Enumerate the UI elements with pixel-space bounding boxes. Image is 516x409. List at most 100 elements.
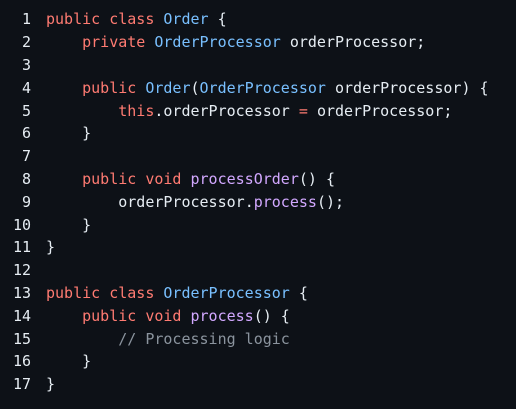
keyword-token: public (46, 283, 101, 302)
punctuation-token (181, 170, 190, 188)
punctuation-token: { (289, 283, 308, 302)
code-line[interactable]: 7 (0, 145, 516, 168)
punctuation-token (100, 10, 109, 28)
code-text[interactable]: } (46, 352, 516, 370)
code-line[interactable]: 9 orderProcessor.process(); (0, 190, 516, 213)
code-line[interactable]: 16 } (0, 350, 516, 373)
code-text[interactable]: orderProcessor.process(); (46, 193, 516, 211)
code-text[interactable]: public class Order { (46, 10, 516, 28)
code-text[interactable]: private OrderProcessor orderProcessor; (46, 33, 516, 51)
line-number: 11 (12, 238, 31, 257)
punctuation-token (181, 307, 190, 325)
line-number: 4 (21, 78, 31, 97)
line-number: 13 (12, 283, 31, 302)
punctuation-token: ( (190, 78, 200, 97)
code-line[interactable]: 3 (0, 54, 516, 77)
identifier-token: orderProcessor (316, 101, 444, 120)
code-text[interactable]: } (46, 124, 516, 142)
code-text[interactable]: } (46, 216, 516, 234)
identifier-token: orderProcessor (163, 101, 290, 120)
code-text[interactable]: public class OrderProcessor { (46, 284, 516, 302)
punctuation-token: ; (416, 33, 426, 52)
keyword-token: class (109, 283, 155, 302)
keyword-token: public (82, 306, 137, 325)
line-number: 16 (12, 352, 31, 371)
punctuation-token (100, 284, 109, 302)
punctuation-token (326, 79, 335, 97)
comment-token: // Processing logic (118, 329, 290, 348)
punctuation-token: ) { (461, 78, 489, 97)
code-text[interactable]: public void process() { (46, 307, 516, 325)
line-number: 10 (12, 215, 31, 234)
code-line[interactable]: 4 public Order(OrderProcessor orderProce… (0, 76, 516, 99)
type-token: Order (163, 10, 209, 29)
line-number: 9 (21, 192, 31, 211)
code-text[interactable]: this.orderProcessor = orderProcessor; (46, 102, 516, 120)
identifier-token: orderProcessor (335, 78, 462, 97)
code-line[interactable]: 14 public void process() { (0, 304, 516, 327)
keyword-token: private (82, 33, 146, 52)
code-line[interactable]: 8 public void processOrder() { (0, 168, 516, 191)
identifier-token: orderProcessor (118, 192, 245, 211)
punctuation-token: { (208, 10, 227, 29)
line-number: 7 (21, 147, 31, 166)
type-token: OrderProcessor (163, 283, 290, 302)
punctuation-token: } (46, 375, 56, 394)
type-token: OrderProcessor (199, 78, 326, 97)
code-line[interactable]: 5 this.orderProcessor = orderProcessor; (0, 99, 516, 122)
line-number: 6 (21, 124, 31, 143)
keyword-token: void (145, 306, 182, 325)
code-line[interactable]: 15 // Processing logic (0, 327, 516, 350)
line-number: 2 (21, 33, 31, 52)
punctuation-token: () { (298, 169, 335, 188)
code-text[interactable]: } (46, 375, 516, 393)
line-number: 17 (12, 375, 31, 394)
operator-token: = (298, 101, 308, 120)
code-text[interactable]: // Processing logic (46, 330, 516, 348)
code-line[interactable]: 2 private OrderProcessor orderProcessor; (0, 31, 516, 54)
keyword-token: public (82, 78, 137, 97)
code-line[interactable]: 13 public class OrderProcessor { (0, 282, 516, 305)
punctuation-token (136, 307, 145, 325)
code-text[interactable]: public Order(OrderProcessor orderProcess… (46, 79, 516, 97)
punctuation-token (308, 102, 317, 120)
punctuation-token: ; (443, 101, 453, 120)
punctuation-token: . (244, 192, 254, 211)
line-number: 5 (21, 101, 31, 120)
function-token: processOrder (190, 169, 299, 188)
line-number: 1 (21, 10, 31, 29)
punctuation-token: } (82, 215, 92, 234)
type-token: OrderProcessor (154, 33, 281, 52)
keyword-token: public (82, 169, 137, 188)
keyword-token: class (109, 10, 155, 29)
code-line[interactable]: 17} (0, 373, 516, 396)
line-number: 15 (12, 329, 31, 348)
code-line[interactable]: 11} (0, 236, 516, 259)
line-number: 8 (21, 169, 31, 188)
identifier-token: orderProcessor (289, 33, 417, 52)
code-line[interactable]: 10 } (0, 213, 516, 236)
code-text[interactable]: public void processOrder() { (46, 170, 516, 188)
code-text[interactable]: } (46, 238, 516, 256)
function-token: process (253, 192, 317, 211)
keyword-token: public (46, 10, 101, 29)
code-line[interactable]: 1 public class Order { (0, 8, 516, 31)
type-token: Order (145, 78, 191, 97)
code-editor[interactable]: 1 public class Order {2 private OrderProc… (0, 0, 516, 409)
punctuation-token (136, 170, 145, 188)
punctuation-token (281, 33, 290, 51)
punctuation-token: () { (253, 306, 290, 325)
code-line[interactable]: 12 (0, 259, 516, 282)
punctuation-token: } (82, 352, 92, 371)
punctuation-token: } (46, 238, 56, 257)
punctuation-token (136, 79, 145, 97)
code-line[interactable]: 6 } (0, 122, 516, 145)
